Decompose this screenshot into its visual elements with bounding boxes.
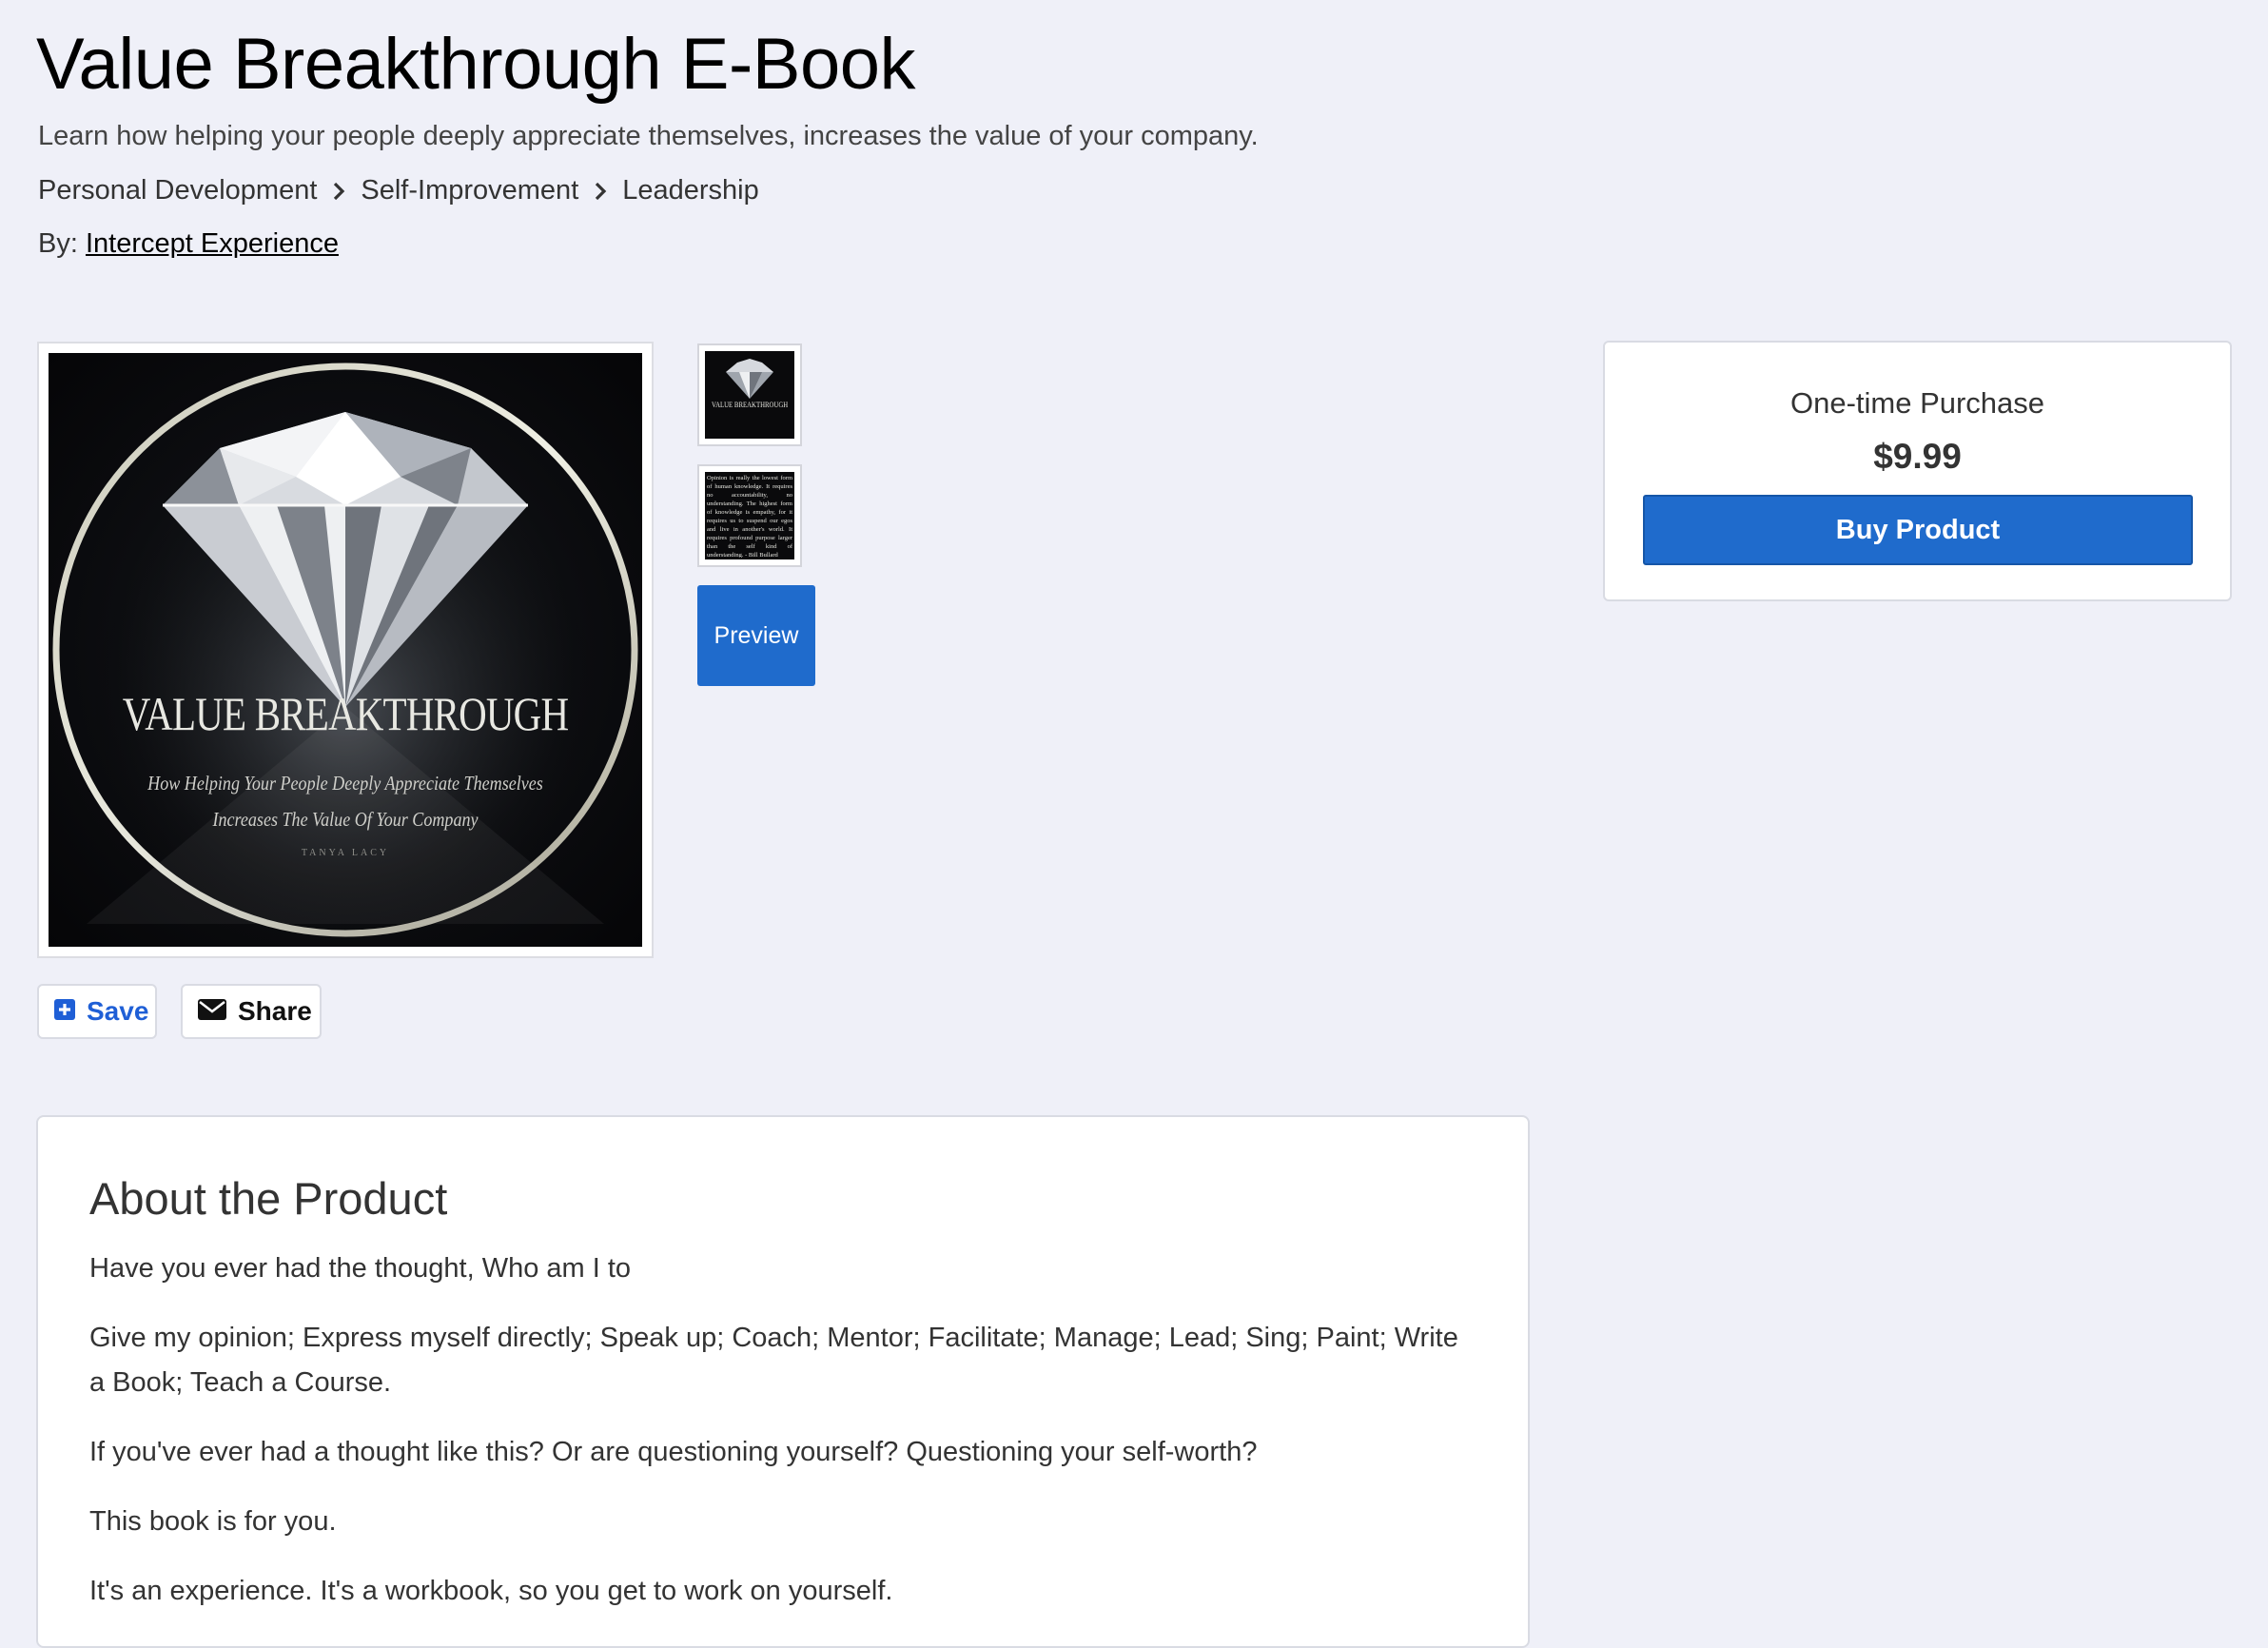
about-paragraph: Have you ever had the thought, Who am I … (89, 1253, 632, 1284)
buy-product-button[interactable]: Buy Product (1643, 495, 2193, 565)
about-paragraph: This book is for you. (89, 1506, 337, 1537)
save-label: Save (87, 996, 149, 1026)
product-subtitle: Learn how helping your people deeply app… (38, 121, 1259, 151)
by-label: By: (38, 228, 78, 259)
about-product-card: About the Product Have you ever had the … (36, 1115, 1530, 1648)
chevron-right-icon (317, 173, 361, 207)
breadcrumb: Personal Development Self-Improvement Le… (38, 173, 759, 207)
envelope-icon (198, 996, 226, 1027)
purchase-card: One-time Purchase $9.99 Buy Product (1603, 341, 2232, 601)
cover-subtitle-line-1: How Helping Your People Deeply Appreciat… (147, 772, 543, 795)
chevron-right-icon (578, 173, 622, 207)
preview-button[interactable]: Preview (697, 585, 815, 686)
about-paragraph: If you've ever had a thought like this? … (89, 1437, 1258, 1467)
page-title: Value Breakthrough E-Book (36, 24, 916, 105)
share-label: Share (238, 996, 312, 1026)
author-link[interactable]: Intercept Experience (86, 228, 339, 259)
book-cover: VALUE BREAKTHROUGH How Helping Your Peop… (49, 353, 642, 947)
about-description: Have you ever had the thought, Who am I … (89, 1246, 1478, 1638)
breadcrumb-item-leadership[interactable]: Leadership (622, 173, 759, 207)
cover-subtitle-line-2: Increases The Value Of Your Company (212, 808, 479, 831)
thumbnail-cover-title: VALUE BREAKTHROUGH (712, 401, 789, 409)
thumbnail-diamond-icon (726, 359, 773, 399)
cover-author: TANYA LACY (301, 848, 390, 858)
thumbnail-quote-page[interactable]: Opinion is really the lowest form of hum… (697, 464, 802, 567)
purchase-type-label: One-time Purchase (1789, 386, 2045, 420)
share-button[interactable]: Share (181, 984, 322, 1039)
about-heading: About the Product (89, 1173, 448, 1224)
about-paragraph: Give my opinion; Express myself directly… (89, 1323, 1458, 1398)
breadcrumb-item-personal-development[interactable]: Personal Development (38, 173, 317, 207)
save-button[interactable]: Save (37, 984, 157, 1039)
cover-title: VALUE BREAKTHROUGH (122, 687, 569, 740)
breadcrumb-item-self-improvement[interactable]: Self-Improvement (361, 173, 578, 207)
thumbnail-quote-text: Opinion is really the lowest form of hum… (707, 475, 792, 558)
plus-square-icon (54, 996, 75, 1027)
price: $9.99 (1873, 437, 1962, 476)
main-product-image[interactable]: VALUE BREAKTHROUGH How Helping Your Peop… (37, 342, 654, 958)
author-byline: By: Intercept Experience (38, 226, 339, 261)
about-paragraph: It's an experience. It's a workbook, so … (89, 1576, 893, 1606)
thumbnail-cover[interactable]: VALUE BREAKTHROUGH (697, 343, 802, 446)
